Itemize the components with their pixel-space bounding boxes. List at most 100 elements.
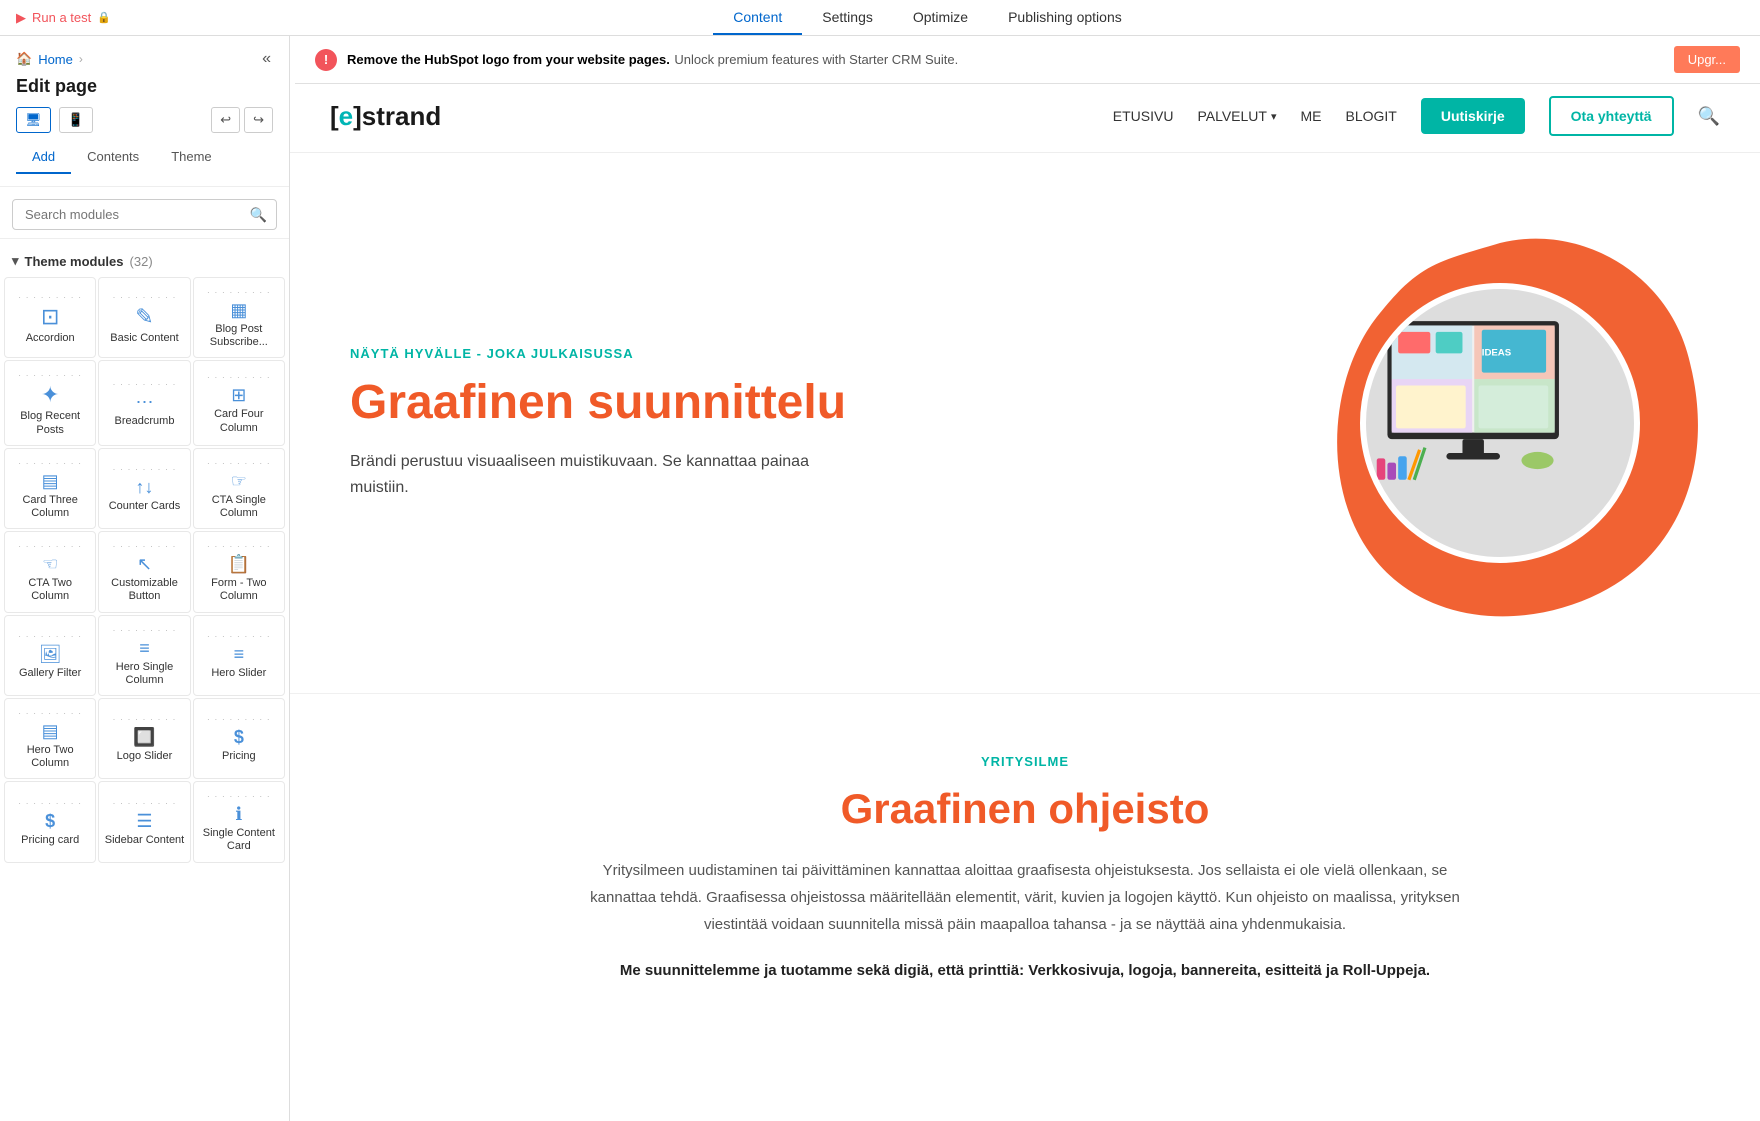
module-form-two-column[interactable]: · · · · · · · · · 📋 Form - Two Column — [193, 531, 285, 612]
pricing-icon: $ — [234, 728, 244, 746]
logo-slider-icon: 🔲 — [133, 728, 155, 746]
section-body: Yritysilmeen uudistaminen tai päivittämi… — [575, 857, 1475, 938]
module-pricing[interactable]: · · · · · · · · · $ Pricing — [193, 698, 285, 779]
module-single-content-card[interactable]: · · · · · · · · · ℹ Single Content Card — [193, 781, 285, 862]
card-four-icon: ⊞ — [231, 386, 246, 404]
tab-settings[interactable]: Settings — [802, 1, 893, 35]
module-hero-slider[interactable]: · · · · · · · · · ≡ Hero Slider — [193, 615, 285, 696]
blog-recent-icon: ✦ — [41, 384, 59, 406]
redo-button[interactable]: ↪ — [244, 107, 273, 133]
page-title: Edit page — [16, 76, 273, 97]
desk-image: IDEAS — [1360, 283, 1640, 563]
module-hero-two-column[interactable]: · · · · · · · · · ▤ Hero Two Column — [4, 698, 96, 779]
section-header: ▾ Theme modules (32) — [0, 247, 289, 275]
module-counter-cards[interactable]: · · · · · · · · · ↑↓ Counter Cards — [98, 448, 190, 529]
section-body-bold: Me suunnittelemme ja tuotamme sekä digiä… — [575, 962, 1475, 979]
module-pricing-card[interactable]: · · · · · · · · · $ Pricing card — [4, 781, 96, 862]
site-nav: ETUSIVU PALVELUT ME BLOGIT Uutiskirje Ot… — [1113, 96, 1720, 136]
undo-button[interactable]: ↩ — [211, 107, 240, 133]
left-panel: 🏠 Home › « Edit page 🖥 📱 ↩ ↪ Add Content… — [0, 36, 290, 1121]
module-grid: · · · · · · · · · ⊡ Accordion · · · · · … — [0, 275, 289, 865]
search-area: 🔍 — [0, 187, 289, 239]
mobile-view-button[interactable]: 📱 — [59, 107, 93, 133]
search-input[interactable] — [12, 199, 277, 230]
tab-add[interactable]: Add — [16, 141, 71, 174]
module-accordion[interactable]: · · · · · · · · · ⊡ Accordion — [4, 277, 96, 358]
cta-contact[interactable]: Ota yhteyttä — [1549, 96, 1674, 136]
notification-text: Remove the HubSpot logo from your websit… — [347, 51, 958, 69]
panel-tab-bar: Add Contents Theme — [16, 141, 273, 174]
tab-publishing[interactable]: Publishing options — [988, 1, 1142, 35]
hero-title: Graafinen suunnittelu — [350, 377, 850, 430]
cta-uutiskirje[interactable]: Uutiskirje — [1421, 98, 1525, 134]
cta-single-icon: ☞ — [231, 472, 247, 490]
module-hero-single-column[interactable]: · · · · · · · · · ≡ Hero Single Column — [98, 615, 190, 696]
notification-banner: Remove the HubSpot logo from your websit… — [295, 36, 1760, 84]
blog-post-icon: ▦ — [230, 301, 247, 319]
search-icon[interactable]: 🔍 — [250, 206, 267, 223]
module-blog-recent-posts[interactable]: · · · · · · · · · ✦ Blog Recent Posts — [4, 360, 96, 445]
sidebar-content-icon: ☰ — [136, 812, 152, 830]
desktop-view-button[interactable]: 🖥 — [16, 107, 51, 133]
site-header: [e]strand ETUSIVU PALVELUT ME BLOGIT Uut… — [290, 80, 1760, 153]
svg-text:IDEAS: IDEAS — [1482, 347, 1512, 358]
run-icon: ▶ — [16, 10, 26, 26]
nav-blogit[interactable]: BLOGIT — [1345, 108, 1396, 124]
search-nav-button[interactable]: 🔍 — [1698, 106, 1720, 127]
nav-me[interactable]: ME — [1300, 108, 1321, 124]
module-card-four-column[interactable]: · · · · · · · · · ⊞ Card Four Column — [193, 360, 285, 445]
hero-eyebrow: NÄYTÄ HYVÄLLE - JOKA JULKAISUSSA — [350, 346, 850, 361]
lock-icon: 🔒 — [97, 11, 111, 24]
caret-icon[interactable]: ▾ — [12, 253, 19, 269]
module-logo-slider[interactable]: · · · · · · · · · 🔲 Logo Slider — [98, 698, 190, 779]
breadcrumb-icon: ⋯ — [135, 393, 153, 411]
panel-header: 🏠 Home › « Edit page 🖥 📱 ↩ ↪ Add Content… — [0, 36, 289, 187]
site-logo: [e]strand — [330, 101, 441, 132]
top-tab-bar: Content Settings Optimize Publishing opt… — [713, 1, 1142, 35]
hero-single-icon: ≡ — [139, 639, 150, 657]
gallery-filter-icon: 🖼 — [39, 645, 62, 663]
hero-image: IDEAS — [850, 213, 1700, 633]
hero-two-icon: ▤ — [42, 722, 59, 740]
modules-area: ▾ Theme modules (32) · · · · · · · · · ⊡… — [0, 239, 289, 1121]
tab-theme[interactable]: Theme — [155, 141, 227, 174]
section-eyebrow: Yritysilme — [350, 754, 1700, 769]
hero-section: NÄYTÄ HYVÄLLE - JOKA JULKAISUSSA Graafin… — [290, 153, 1760, 693]
counter-cards-icon: ↑↓ — [135, 478, 153, 496]
main-area: [e]strand ETUSIVU PALVELUT ME BLOGIT Uut… — [290, 36, 1760, 1121]
top-bar: ▶ Run a test 🔒 Content Settings Optimize… — [0, 0, 1760, 36]
pricing-card-icon: $ — [45, 812, 55, 830]
card-three-icon: ▤ — [42, 472, 59, 490]
tab-contents[interactable]: Contents — [71, 141, 155, 174]
nav-etusivu[interactable]: ETUSIVU — [1113, 108, 1174, 124]
run-test-button[interactable]: ▶ Run a test 🔒 — [16, 10, 111, 26]
tab-optimize[interactable]: Optimize — [893, 1, 988, 35]
section-two: Yritysilme Graafinen ohjeisto Yritysilme… — [290, 693, 1760, 1039]
upgrade-button[interactable]: Upgr... — [1674, 46, 1740, 73]
tab-content[interactable]: Content — [713, 1, 802, 35]
page-frame: [e]strand ETUSIVU PALVELUT ME BLOGIT Uut… — [290, 36, 1760, 1121]
module-card-three-column[interactable]: · · · · · · · · · ▤ Card Three Column — [4, 448, 96, 529]
hero-content: NÄYTÄ HYVÄLLE - JOKA JULKAISUSSA Graafin… — [350, 346, 850, 501]
single-content-icon: ℹ — [235, 805, 242, 823]
cta-two-icon: ☜ — [42, 555, 58, 573]
module-gallery-filter[interactable]: · · · · · · · · · 🖼 Gallery Filter — [4, 615, 96, 696]
hero-slider-icon: ≡ — [234, 645, 245, 663]
module-basic-content[interactable]: · · · · · · · · · ✎ Basic Content — [98, 277, 190, 358]
customizable-button-icon: ↖ — [137, 555, 152, 573]
module-customizable-button[interactable]: · · · · · · · · · ↖ Customizable Button — [98, 531, 190, 612]
module-breadcrumb[interactable]: · · · · · · · · · ⋯ Breadcrumb — [98, 360, 190, 445]
basic-content-icon: ✎ — [135, 306, 153, 328]
form-two-icon: 📋 — [228, 555, 250, 573]
accordion-icon: ⊡ — [41, 306, 59, 328]
home-icon: 🏠 — [16, 51, 32, 67]
collapse-panel-button[interactable]: « — [260, 48, 273, 70]
module-cta-two-column[interactable]: · · · · · · · · · ☜ CTA Two Column — [4, 531, 96, 612]
module-cta-single[interactable]: · · · · · · · · · ☞ CTA Single Column — [193, 448, 285, 529]
module-blog-post-subscribe[interactable]: · · · · · · · · · ▦ Blog Post Subscribe.… — [193, 277, 285, 358]
section-title: Graafinen ohjeisto — [350, 785, 1700, 833]
nav-palvelut[interactable]: PALVELUT — [1197, 108, 1276, 124]
module-sidebar-content[interactable]: · · · · · · · · · ☰ Sidebar Content — [98, 781, 190, 862]
notification-icon — [315, 49, 337, 71]
hero-body: Brändi perustuu visuaaliseen muistikuvaa… — [350, 449, 850, 500]
